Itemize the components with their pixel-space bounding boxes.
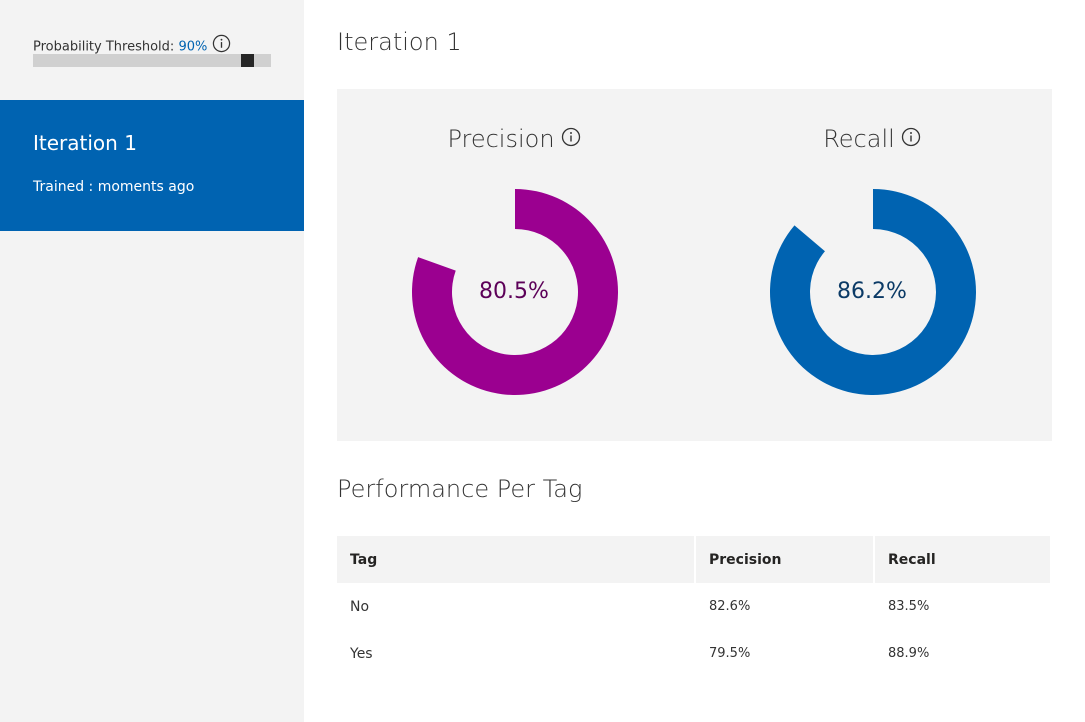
sidebar: Probability Threshold: 90% Iteration 1 T… (0, 0, 304, 722)
threshold-value: 90% (178, 39, 208, 55)
info-icon[interactable] (561, 125, 581, 153)
performance-table: Tag Precision Recall No 82.6% 83.5% Yes … (337, 536, 1050, 677)
performance-per-tag-title: Performance Per Tag (337, 475, 583, 503)
recall-cell: 83.5% (888, 599, 930, 614)
iteration-trained-status: Trained : moments ago (33, 179, 195, 195)
recall-label: Recall (823, 125, 895, 153)
slider-thumb[interactable] (241, 54, 254, 67)
precision-cell: 79.5% (709, 646, 751, 661)
tag-cell: No (350, 598, 370, 615)
recall-value: 86.2% (837, 279, 907, 304)
column-header-recall[interactable]: Recall (875, 536, 1050, 583)
table-row: No 82.6% 83.5% (337, 583, 1050, 630)
column-header-precision[interactable]: Precision (696, 536, 875, 583)
info-icon[interactable] (901, 125, 921, 153)
iteration-card[interactable]: Iteration 1 Trained : moments ago (0, 100, 304, 231)
recall-cell: 88.9% (888, 646, 930, 661)
precision-metric: Precision 80.5% (364, 89, 664, 441)
threshold-slider[interactable] (33, 54, 271, 67)
recall-heading: Recall (722, 125, 1022, 154)
metrics-panel: Precision 80.5% Recall 86.2% (337, 89, 1052, 441)
precision-label: Precision (447, 125, 555, 153)
precision-value: 80.5% (479, 279, 549, 304)
precision-heading: Precision (364, 125, 664, 154)
recall-metric: Recall 86.2% (722, 89, 1022, 441)
column-header-tag[interactable]: Tag (337, 536, 696, 583)
iteration-title: Iteration 1 (33, 131, 137, 155)
page-title: Iteration 1 (337, 28, 462, 56)
precision-cell: 82.6% (709, 599, 751, 614)
threshold-label: Probability Threshold: (33, 39, 175, 55)
table-header-row: Tag Precision Recall (337, 536, 1050, 583)
tag-cell: Yes (350, 645, 373, 662)
probability-threshold: Probability Threshold: 90% (33, 34, 271, 67)
table-row: Yes 79.5% 88.9% (337, 630, 1050, 677)
